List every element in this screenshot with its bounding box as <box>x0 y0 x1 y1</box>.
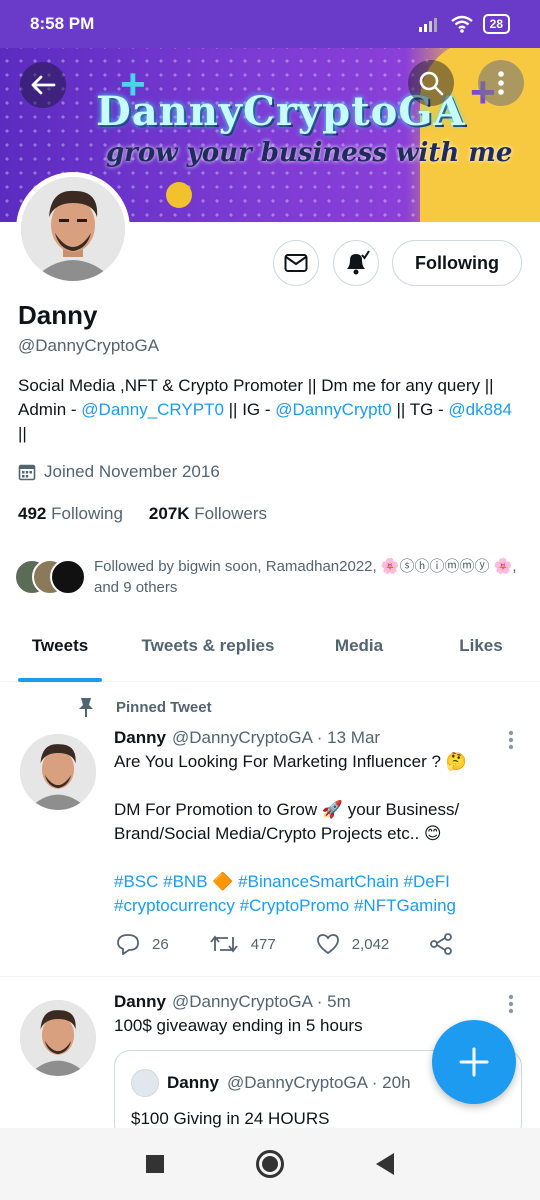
search-icon <box>419 71 444 96</box>
battery-indicator: 28 <box>482 14 510 34</box>
tweet-header: Danny @DannyCryptoGA · 13 Mar <box>114 726 514 750</box>
reply-icon <box>117 934 139 955</box>
joined-text: Joined November 2016 <box>44 462 220 481</box>
tweet-avatar[interactable] <box>20 734 96 810</box>
tweet-author: Danny <box>114 728 166 747</box>
joined-date: Joined November 2016 <box>18 462 220 482</box>
home-button[interactable] <box>256 1150 284 1178</box>
status-icons: 28 <box>418 14 510 34</box>
bio-mention-link[interactable]: @DannyCrypt0 <box>275 400 391 419</box>
home-icon <box>262 1156 278 1172</box>
recent-apps-button[interactable] <box>146 1155 164 1173</box>
following-label: Following <box>51 504 123 523</box>
tweet-text: Are You Looking For Marketing Influencer… <box>114 752 467 771</box>
following-button[interactable]: Following <box>392 240 522 286</box>
tweet-text: DM For Promotion to Grow 🚀 your Business… <box>114 800 460 843</box>
avatar-image <box>21 177 125 281</box>
back-nav-button[interactable] <box>376 1153 394 1175</box>
tweet-meta: @DannyCryptoGA · 5m <box>171 992 351 1011</box>
like-count: 2,042 <box>351 935 390 953</box>
reply-count: 26 <box>152 935 169 953</box>
follower-avatars <box>14 559 86 595</box>
tweet-hashtags[interactable]: #cryptocurrency #CryptoPromo #NFTGaming <box>114 894 514 918</box>
followers-count: 207K <box>148 504 190 523</box>
more-options-button[interactable] <box>478 60 524 106</box>
arrow-left-icon <box>31 75 56 95</box>
heart-icon <box>316 934 339 955</box>
notifications-button[interactable] <box>333 240 379 286</box>
pin-icon <box>79 698 93 717</box>
quote-avatar <box>131 1069 159 1097</box>
quote-meta: @DannyCryptoGA · 20h <box>226 1073 411 1092</box>
search-button[interactable] <box>408 60 454 106</box>
retweet-icon <box>209 935 238 953</box>
follow-stats: 492 Following 207K Followers <box>18 504 267 524</box>
quote-text: $100 Giving in 24 HOURS <box>131 1109 330 1128</box>
retweet-count: 477 <box>250 935 276 953</box>
signal-icon <box>418 18 437 32</box>
tweet-header: Danny @DannyCryptoGA · 5m <box>114 990 514 1014</box>
tweet-hashtags[interactable]: #BSC #BNB 🔶 #BinanceSmartChain #DeFI <box>114 870 514 894</box>
bio-mention-link[interactable]: @Danny_CRYPT0 <box>81 400 224 419</box>
tab-tweets[interactable]: Tweets <box>0 624 120 682</box>
more-vertical-icon <box>498 71 504 95</box>
share-action[interactable] <box>429 932 453 956</box>
profile-handle: @DannyCryptoGA <box>18 336 160 355</box>
compose-tweet-button[interactable] <box>432 1020 516 1104</box>
followers-stat[interactable]: 207K Followers <box>149 504 267 524</box>
pinned-text: Pinned Tweet <box>116 698 212 716</box>
message-button[interactable] <box>273 240 319 286</box>
plus-icon <box>459 1047 489 1077</box>
tab-media[interactable]: Media <box>296 624 422 681</box>
mail-icon <box>284 254 308 272</box>
followed-by-row[interactable]: Followed by bigwin soon, Ramadhan2022, 🌸… <box>14 556 524 598</box>
profile-avatar[interactable] <box>16 172 130 286</box>
pinned-label: Pinned Tweet <box>76 696 212 718</box>
tweet-avatar[interactable] <box>20 1000 96 1076</box>
bio-text: || TG - <box>391 400 449 419</box>
wifi-icon <box>450 15 473 33</box>
banner-title: DannyCryptoGA <box>96 88 466 135</box>
profile-name: Danny <box>18 300 98 330</box>
share-icon <box>430 933 453 955</box>
following-count: 492 <box>18 504 47 523</box>
like-action[interactable]: 2,042 <box>316 933 390 955</box>
followed-by-text: Followed by bigwin soon, Ramadhan2022, 🌸… <box>94 558 517 596</box>
status-bar: 8:58 PM 28 <box>0 0 540 48</box>
back-button[interactable] <box>20 62 66 108</box>
bio-text: || <box>18 424 27 443</box>
banner-subtitle: grow your business with me <box>106 138 513 168</box>
tweet-meta: @DannyCryptoGA · 13 Mar <box>171 728 381 747</box>
circle-decoration <box>166 182 192 208</box>
system-navigation-bar <box>0 1128 540 1200</box>
profile-tabs: Tweets Tweets & replies Media Likes <box>0 624 540 682</box>
follower-avatar <box>50 559 86 595</box>
bell-check-icon <box>347 250 370 275</box>
tab-likes[interactable]: Likes <box>422 624 540 681</box>
reply-action[interactable]: 26 <box>116 933 169 955</box>
pinned-tweet[interactable]: Danny @DannyCryptoGA · 13 Mar Are You Lo… <box>114 726 514 918</box>
following-stat[interactable]: 492 Following <box>18 504 123 524</box>
tweet-divider <box>0 976 540 977</box>
tweet-author: Danny <box>114 992 166 1011</box>
calendar-icon <box>18 464 36 481</box>
tweet-actions: 26 477 2,042 <box>116 932 493 956</box>
bio-text: || IG - <box>223 400 276 419</box>
bio-mention-link[interactable]: @dk884 <box>448 400 512 419</box>
followers-label: Followers <box>194 504 268 523</box>
quote-author: Danny <box>167 1073 219 1092</box>
tab-tweets-replies[interactable]: Tweets & replies <box>120 624 296 681</box>
retweet-action[interactable]: 477 <box>209 933 276 955</box>
status-time: 8:58 PM <box>30 14 95 33</box>
profile-bio: Social Media ,NFT & Crypto Promoter || D… <box>18 374 523 446</box>
